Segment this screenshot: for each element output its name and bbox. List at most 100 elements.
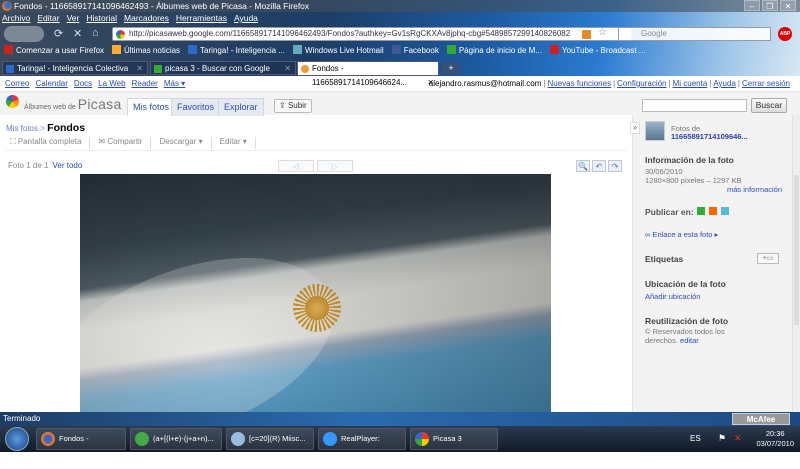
account-bar: alejandro.rasmus@hotmail.com | Nuevas func… bbox=[428, 79, 790, 88]
reload-icon[interactable]: ⟳ bbox=[54, 27, 63, 40]
tab-explorar[interactable]: Explorar bbox=[218, 98, 264, 116]
bookmark-star-icon[interactable]: ☆ bbox=[598, 27, 607, 39]
rotate-right-icon[interactable]: ↷ bbox=[608, 160, 622, 172]
buzz-icon[interactable] bbox=[697, 207, 705, 215]
photo-count: Foto 1 de 1 Ver todo bbox=[8, 161, 83, 170]
search-input[interactable]: Google bbox=[618, 27, 771, 41]
owner-link[interactable]: 11665891714109646... bbox=[671, 132, 748, 141]
share-button[interactable]: ✉ Compartir bbox=[98, 137, 142, 149]
add-tag-button[interactable]: +▭ bbox=[757, 253, 779, 264]
stop-icon[interactable]: ✕ bbox=[73, 27, 82, 40]
url-bar[interactable]: http://picasaweb.google.com/116658917141… bbox=[112, 27, 632, 41]
link-configuracion[interactable]: Configuración bbox=[617, 79, 666, 88]
link-nuevas-funciones[interactable]: Nuevas funciones bbox=[547, 79, 611, 88]
link-ayuda[interactable]: Ayuda bbox=[713, 79, 736, 88]
firefox-icon bbox=[2, 1, 12, 11]
link-calendar[interactable]: Calendar bbox=[35, 79, 67, 88]
rights-text-2: derechos. bbox=[645, 336, 678, 345]
status-bar: Terminado McAfee bbox=[0, 412, 800, 426]
picasa-logo-icon[interactable] bbox=[6, 95, 19, 108]
photo-argentina-flag[interactable] bbox=[80, 174, 551, 412]
network-icon[interactable]: ✕ bbox=[734, 433, 742, 444]
link-mi-cuenta[interactable]: Mi cuenta bbox=[673, 79, 708, 88]
nav-bar: ⟳ ✕ ⌂ http://picasaweb.google.com/116658… bbox=[0, 25, 800, 43]
back-forward-buttons[interactable] bbox=[4, 26, 44, 42]
link-correo[interactable]: Correo bbox=[5, 79, 29, 88]
taskbar-firefox[interactable]: Fondos - 1166589... bbox=[36, 428, 126, 463]
menu-historial[interactable]: Historial bbox=[86, 13, 117, 23]
scrollbar[interactable] bbox=[792, 115, 800, 412]
status-text: Terminado bbox=[3, 414, 41, 423]
minimize-button[interactable]: – bbox=[744, 0, 760, 11]
avatar[interactable] bbox=[645, 121, 665, 141]
link-la-web[interactable]: La Web bbox=[98, 79, 125, 88]
more-info-link[interactable]: más información bbox=[727, 185, 782, 194]
taskbar-picasa[interactable]: Picasa 3 bbox=[410, 428, 498, 450]
download-button[interactable]: Descargar ▾ bbox=[159, 137, 202, 149]
bookmark[interactable]: Windows Live Hotmail bbox=[292, 45, 384, 55]
adblock-icon[interactable]: ABP bbox=[778, 27, 792, 41]
menu-editar[interactable]: Editar bbox=[37, 13, 59, 23]
rotate-left-icon[interactable]: ↶ bbox=[592, 160, 606, 172]
menu-archivo[interactable]: Archivo bbox=[2, 13, 30, 23]
photo-search-input[interactable] bbox=[642, 99, 747, 112]
taskbar-messenger-1[interactable]: (a+[(l+e)-(j+a+n)... bbox=[130, 428, 222, 450]
upload-button[interactable]: ⇪ Subir bbox=[274, 99, 312, 113]
picasa-header: Álbumes web de Picasa Mis fotos Favorito… bbox=[0, 91, 800, 116]
add-location-link[interactable]: Añadir ubicación bbox=[645, 292, 700, 301]
bookmark[interactable]: Últimas noticias bbox=[112, 45, 180, 55]
link-reader[interactable]: Reader bbox=[132, 79, 158, 88]
menu-marcadores[interactable]: Marcadores bbox=[124, 13, 169, 23]
bookmark[interactable]: Facebook bbox=[391, 45, 439, 55]
search-button[interactable]: Buscar bbox=[751, 98, 787, 113]
menu-ver[interactable]: Ver bbox=[67, 13, 80, 23]
google-bar: Correo Calendar Docs La Web Reader Más ▾ bbox=[5, 79, 185, 88]
picasa-logo[interactable]: Álbumes web de Picasa bbox=[24, 96, 122, 112]
taskbar-messenger-2[interactable]: [c=20](R) Miisc... bbox=[226, 428, 314, 450]
bookmark[interactable]: YouTube - Broadcast ... bbox=[550, 45, 645, 55]
home-icon[interactable]: ⌂ bbox=[92, 27, 99, 39]
rss-icon[interactable] bbox=[582, 30, 591, 39]
language-indicator[interactable]: ES bbox=[690, 434, 701, 443]
link-mas[interactable]: Más ▾ bbox=[164, 79, 185, 88]
view-all-link[interactable]: Ver todo bbox=[52, 161, 82, 170]
maximize-button[interactable]: ❐ bbox=[762, 0, 778, 11]
fullscreen-button[interactable]: ⛶ Pantalla completa bbox=[10, 137, 81, 149]
prev-photo-button[interactable]: ◁ bbox=[278, 160, 314, 172]
tab-mis-fotos[interactable]: Mis fotos bbox=[127, 98, 176, 116]
user-email: alejandro.rasmus@hotmail.com bbox=[428, 79, 542, 88]
tab-fondos[interactable]: Fondos - 11665891714109646624... ✕ bbox=[297, 61, 439, 87]
start-button[interactable] bbox=[5, 427, 29, 451]
clock[interactable]: 20:36 03/07/2010 bbox=[756, 429, 794, 449]
link-docs[interactable]: Docs bbox=[74, 79, 92, 88]
edit-license-link[interactable]: editar bbox=[680, 336, 699, 345]
photo-date: 30/06/2010 bbox=[645, 167, 683, 176]
twitter-icon[interactable] bbox=[721, 207, 729, 215]
upload-icon: ⇪ bbox=[279, 101, 286, 110]
edit-button[interactable]: Editar ▾ bbox=[220, 137, 247, 149]
close-button[interactable]: ✕ bbox=[780, 0, 796, 11]
taskbar-realplayer[interactable]: RealPlayer: Richar... bbox=[318, 428, 406, 463]
window-title: Fondos - 116658917141096462493 - Álbumes… bbox=[14, 1, 310, 11]
mcafee-button[interactable]: McAfee bbox=[732, 413, 790, 425]
tab-favoritos[interactable]: Favoritos bbox=[171, 98, 221, 116]
zoom-icon[interactable]: 🔍 bbox=[576, 160, 590, 172]
tab-taringa[interactable]: Taringa! - Inteligencia Colectiva ✕ bbox=[2, 61, 148, 75]
blogger-icon[interactable] bbox=[709, 207, 717, 215]
bookmark[interactable]: Taringa! - Inteligencia ... bbox=[188, 45, 285, 55]
photo-info-heading: Información de la foto bbox=[645, 155, 734, 165]
tab-google-search[interactable]: picasa 3 - Buscar con Google ✕ bbox=[150, 61, 296, 75]
next-photo-button[interactable]: ▷ bbox=[317, 160, 353, 172]
tab-strip: Taringa! - Inteligencia Colectiva ✕ picas… bbox=[0, 61, 800, 87]
bookmarks-bar: Comenzar a usar Firefox Últimas noticias… bbox=[4, 45, 645, 55]
link-cerrar-sesion[interactable]: Cerrar sesión bbox=[742, 79, 790, 88]
menu-ayuda[interactable]: Ayuda bbox=[234, 13, 258, 23]
bookmark[interactable]: Comenzar a usar Firefox bbox=[4, 45, 104, 55]
menu-herramientas[interactable]: Herramientas bbox=[176, 13, 227, 23]
new-tab-button[interactable]: + bbox=[442, 62, 460, 74]
collapse-sidebar-button[interactable]: » bbox=[630, 122, 640, 134]
link-to-photo[interactable]: ∞ Enlace a esta foto ▸ bbox=[645, 230, 718, 239]
bookmark[interactable]: Página de inicio de M... bbox=[446, 45, 542, 55]
breadcrumb-mis-fotos[interactable]: Mis fotos bbox=[6, 124, 38, 133]
flag-icon[interactable]: ⚑ bbox=[718, 433, 726, 444]
